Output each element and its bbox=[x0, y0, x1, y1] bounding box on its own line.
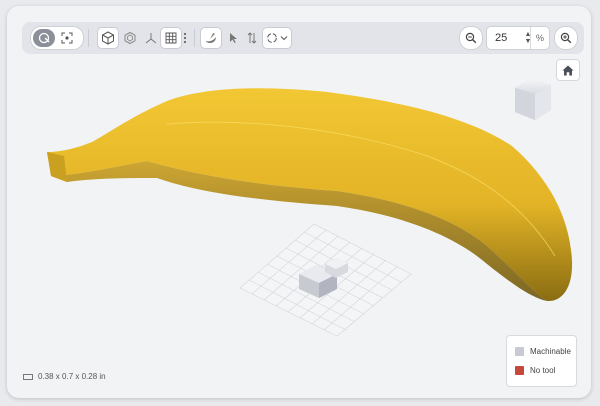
dimensions-text: 0.38 x 0.7 x 0.28 in bbox=[38, 372, 106, 381]
dimensions-readout: 0.38 x 0.7 x 0.28 in bbox=[23, 372, 106, 381]
cube-view-icon bbox=[102, 31, 114, 45]
section-view-icon bbox=[124, 31, 136, 45]
more-icon bbox=[183, 32, 187, 44]
zoom-level-field[interactable]: 25 ▲ ▼ % bbox=[486, 26, 550, 50]
legend-label: Machinable bbox=[530, 346, 571, 356]
zoom-out-button[interactable] bbox=[459, 26, 483, 50]
axes-button[interactable] bbox=[140, 27, 162, 49]
legend-item-no-tool: No tool bbox=[515, 363, 555, 377]
section-view-button[interactable] bbox=[119, 27, 141, 49]
zoom-in-icon bbox=[560, 32, 572, 44]
toolbar-divider bbox=[194, 29, 195, 47]
axes-icon bbox=[145, 33, 157, 44]
legend-label: No tool bbox=[530, 365, 556, 375]
home-view-button[interactable] bbox=[556, 59, 580, 81]
app-window: 25 ▲ ▼ % Machinable No tool 0.38 x 0.7 x… bbox=[7, 6, 591, 398]
toolbar: 25 ▲ ▼ % bbox=[22, 22, 584, 54]
home-icon bbox=[562, 65, 574, 75]
toolbar-divider bbox=[88, 29, 89, 47]
select-mode-active[interactable] bbox=[33, 29, 55, 47]
measure-icon bbox=[247, 32, 257, 44]
ruler-icon bbox=[23, 373, 33, 380]
pointer-icon bbox=[230, 33, 237, 43]
fit-icon[interactable] bbox=[61, 32, 73, 44]
measure-button[interactable] bbox=[241, 27, 263, 49]
select-mode-toggle[interactable] bbox=[30, 26, 84, 50]
legend-panel: Machinable No tool bbox=[506, 335, 577, 387]
orbit-icon bbox=[267, 33, 277, 43]
cube-view-button[interactable] bbox=[97, 27, 119, 49]
select-icon bbox=[38, 32, 50, 44]
view-cube[interactable] bbox=[515, 79, 551, 120]
legend-swatch bbox=[515, 346, 524, 356]
legend-swatch bbox=[515, 365, 524, 375]
zoom-value[interactable]: 25 bbox=[487, 32, 523, 44]
zoom-out-icon bbox=[465, 32, 477, 44]
legend-item-machinable: Machinable bbox=[515, 344, 571, 358]
part-view-button[interactable] bbox=[200, 27, 222, 49]
more-options-button[interactable] bbox=[178, 27, 192, 49]
zoom-in-button[interactable] bbox=[554, 26, 578, 50]
orbit-dropdown[interactable] bbox=[262, 27, 292, 49]
chevron-down-icon bbox=[280, 36, 288, 41]
grid-icon bbox=[165, 32, 177, 44]
zoom-unit: % bbox=[530, 27, 549, 49]
part-icon bbox=[206, 33, 216, 43]
3d-viewport[interactable] bbox=[7, 6, 591, 398]
